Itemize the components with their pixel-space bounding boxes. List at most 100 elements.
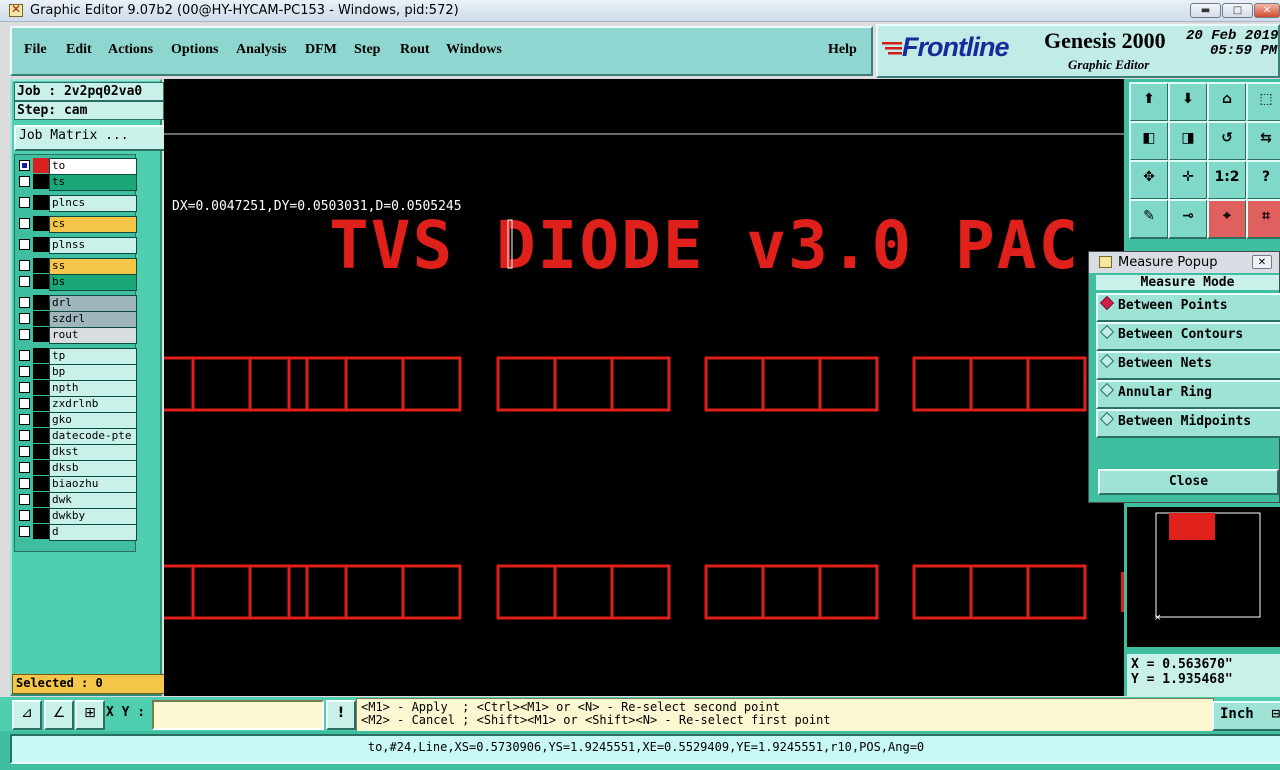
layer-checkbox[interactable] — [19, 398, 30, 409]
graphic-canvas[interactable]: TVS DIODE v3.0 PAC DX=0.0047251,DY=0.050… — [164, 79, 1124, 696]
measure-option-between-nets[interactable]: Between Nets — [1096, 351, 1280, 380]
layer-name[interactable]: dwkby — [49, 508, 137, 525]
layer-checkbox[interactable] — [19, 239, 30, 250]
layer-name[interactable]: dksb — [49, 460, 137, 477]
layer-name[interactable]: tp — [49, 348, 137, 365]
layer-name[interactable]: datecode-pte — [49, 428, 137, 445]
zoom-home-icon[interactable]: ⬆ — [1129, 82, 1169, 122]
layer-name[interactable]: to — [49, 158, 137, 175]
layer-color-swatch[interactable] — [33, 476, 49, 491]
layer-checkbox[interactable] — [19, 510, 30, 521]
layer-checkbox[interactable] — [19, 297, 30, 308]
layer-checkbox[interactable] — [19, 414, 30, 425]
layer-checkbox[interactable] — [19, 430, 30, 441]
layer-checkbox[interactable] — [19, 526, 30, 537]
menu-edit[interactable]: Edit — [66, 42, 92, 58]
layer-color-swatch[interactable] — [33, 274, 49, 289]
layer-name[interactable]: zxdrlnb — [49, 396, 137, 413]
layer-row-cs[interactable]: cs — [17, 216, 137, 233]
close-popup-button[interactable]: Close — [1098, 469, 1279, 495]
layer-row-gko[interactable]: gko — [17, 412, 137, 429]
layer-color-swatch[interactable] — [33, 492, 49, 507]
layer-row-drl[interactable]: drl — [17, 295, 137, 312]
layer-checkbox[interactable] — [19, 197, 30, 208]
menu-analysis[interactable]: Analysis — [236, 42, 287, 58]
net2-icon[interactable]: ⌗ — [1246, 199, 1280, 239]
zoom-down-icon[interactable]: ⬇ — [1168, 82, 1208, 122]
layer-row-datecode-pte[interactable]: datecode-pte — [17, 428, 137, 445]
layer-checkbox[interactable] — [19, 478, 30, 489]
layer-color-swatch[interactable] — [33, 237, 49, 252]
layer-name[interactable]: biaozhu — [49, 476, 137, 493]
unit-selector[interactable]: Inch ⊟ — [1212, 701, 1280, 731]
layer-checkbox[interactable] — [19, 160, 30, 171]
layer-row-ss[interactable]: ss — [17, 258, 137, 275]
layer-color-swatch[interactable] — [33, 327, 49, 342]
layer-row-rout[interactable]: rout — [17, 327, 137, 344]
overview-map[interactable]: × — [1127, 507, 1280, 647]
layer-name[interactable]: npth — [49, 380, 137, 397]
layer-row-biaozhu[interactable]: biaozhu — [17, 476, 137, 493]
layer-checkbox[interactable] — [19, 313, 30, 324]
layer-name[interactable]: drl — [49, 295, 137, 312]
layer-name[interactable]: d — [49, 524, 137, 541]
layer-name[interactable]: dkst — [49, 444, 137, 461]
fit-icon[interactable]: ⬚ — [1246, 82, 1280, 122]
snap-icon[interactable]: ✎ — [1129, 199, 1169, 239]
layer-row-bp[interactable]: bp — [17, 364, 137, 381]
layer-name[interactable]: gko — [49, 412, 137, 429]
xy-input[interactable] — [152, 700, 324, 730]
layer-row-npth[interactable]: npth — [17, 380, 137, 397]
layer-color-swatch[interactable] — [33, 195, 49, 210]
layer-row-bs[interactable]: bs — [17, 274, 137, 291]
layer-row-plnss[interactable]: plnss — [17, 237, 137, 254]
layer-name[interactable]: bs — [49, 274, 137, 291]
layer-checkbox[interactable] — [19, 329, 30, 340]
pan-left-icon[interactable]: ◧ — [1129, 121, 1169, 161]
layer-row-dwk[interactable]: dwk — [17, 492, 137, 509]
layer-name[interactable]: dwk — [49, 492, 137, 509]
layer-color-swatch[interactable] — [33, 364, 49, 379]
layer-checkbox[interactable] — [19, 366, 30, 377]
warning-icon[interactable]: ! — [326, 700, 356, 730]
layer-row-plncs[interactable]: plncs — [17, 195, 137, 212]
layer-color-swatch[interactable] — [33, 428, 49, 443]
layer-row-dksb[interactable]: dksb — [17, 460, 137, 477]
layer-color-swatch[interactable] — [33, 216, 49, 231]
layer-row-ts[interactable]: ts — [17, 174, 137, 191]
layer-color-swatch[interactable] — [33, 460, 49, 475]
menu-actions[interactable]: Actions — [108, 42, 153, 58]
layer-color-swatch[interactable] — [33, 444, 49, 459]
measure-icon[interactable]: ⊸ — [1168, 199, 1208, 239]
measure-option-between-contours[interactable]: Between Contours — [1096, 322, 1280, 351]
close-window-button[interactable]: ✕ — [1254, 3, 1280, 18]
snap-mode-icon[interactable]: ⊿ — [12, 700, 42, 730]
zoom-center-icon[interactable]: ✛ — [1168, 160, 1208, 200]
layer-row-dwkby[interactable]: dwkby — [17, 508, 137, 525]
popup-close-icon[interactable]: ✕ — [1252, 255, 1272, 269]
net-icon[interactable]: ⌖ — [1207, 199, 1247, 239]
scale-icon[interactable]: 1:2 — [1207, 160, 1247, 200]
layer-name[interactable]: cs — [49, 216, 137, 233]
layer-color-swatch[interactable] — [33, 524, 49, 539]
layer-color-swatch[interactable] — [33, 508, 49, 523]
board-view[interactable]: TVS DIODE v3.0 PAC — [164, 79, 1124, 696]
layer-row-szdrl[interactable]: szdrl — [17, 311, 137, 328]
layer-name[interactable]: plncs — [49, 195, 137, 212]
layer-name[interactable]: bp — [49, 364, 137, 381]
pan-right-icon[interactable]: ◨ — [1168, 121, 1208, 161]
layer-checkbox[interactable] — [19, 494, 30, 505]
layer-row-dkst[interactable]: dkst — [17, 444, 137, 461]
angle-mode-icon[interactable]: ∠ — [44, 700, 74, 730]
measure-option-between-midpoints[interactable]: Between Midpoints — [1096, 409, 1280, 438]
layer-color-swatch[interactable] — [33, 311, 49, 326]
layer-color-swatch[interactable] — [33, 158, 49, 173]
redo-view-icon[interactable]: ⇆ — [1246, 121, 1280, 161]
layer-color-swatch[interactable] — [33, 258, 49, 273]
layer-checkbox[interactable] — [19, 276, 30, 287]
menu-dfm[interactable]: DFM — [305, 42, 337, 58]
layer-checkbox[interactable] — [19, 446, 30, 457]
menu-help[interactable]: Help — [828, 42, 857, 58]
menu-rout[interactable]: Rout — [400, 42, 430, 58]
layer-row-to[interactable]: to — [17, 158, 137, 175]
